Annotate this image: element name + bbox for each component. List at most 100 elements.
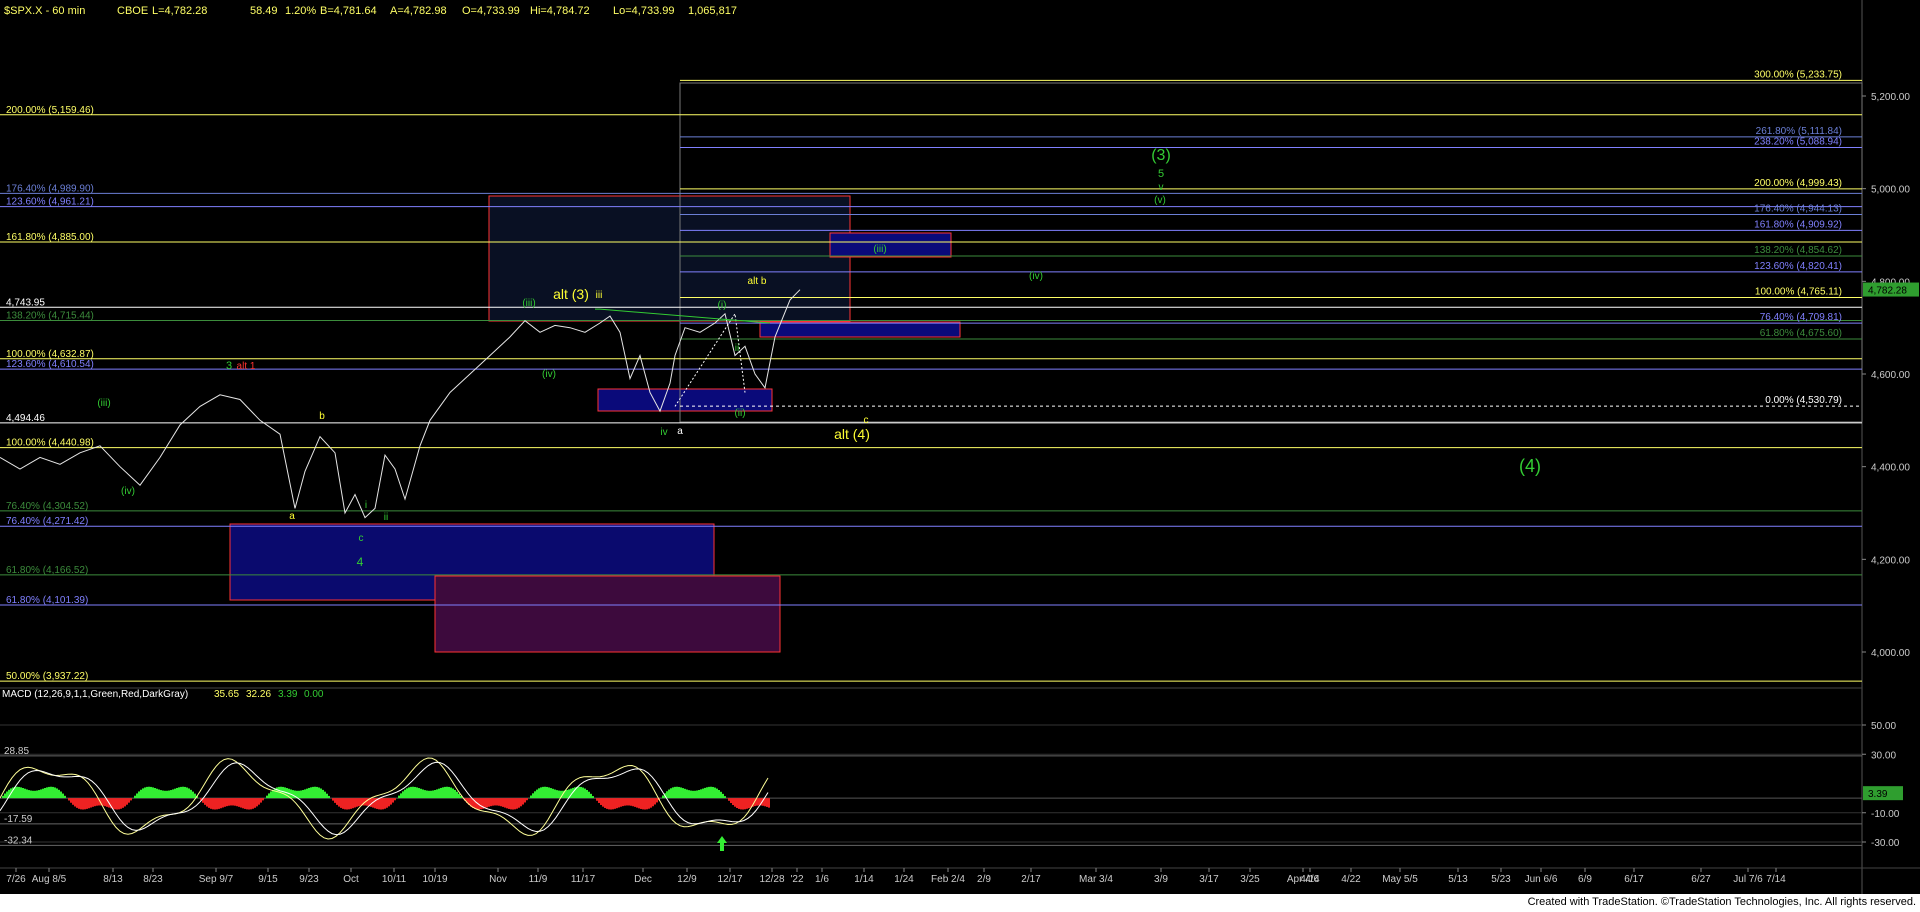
x-tick-label: 4/14 [1300,874,1320,885]
macd-hist-bar [484,798,486,809]
macd-hist-bar [490,798,492,807]
macd-hist-bar [700,789,702,799]
macd-hist-bar [504,798,506,808]
macd-hist-bar [696,790,698,799]
macd-hist-bar [640,798,642,809]
macd-hist-bar [18,786,20,799]
macd-hist-bar [590,793,592,799]
macd-hist-bar [606,798,608,809]
macd-badge-label: 3.39 [1868,789,1888,800]
fib-label-left: 200.00% (5,159.46) [6,105,94,116]
macd-hist-bar [716,788,718,799]
wave-label: (4) [1519,456,1541,476]
macd-hist-bar [420,788,422,799]
macd-hist-bar [332,798,334,801]
macd-hist-bar [452,788,454,799]
macd-hist-bar [214,798,216,810]
macd-hist-bar [24,788,26,799]
header-field: Lo=4,733.99 [613,5,674,17]
macd-hist-bar [104,798,106,807]
macd-hist-bar [208,798,210,808]
wave-label: a [289,511,295,522]
macd-hist-bar [650,798,652,808]
macd-hist-bar [546,786,548,799]
macd-hist-bar [232,798,234,806]
fib-label-right: 176.40% (4,944.13) [1754,204,1842,215]
macd-hist-bar [88,798,90,809]
macd-hist-bar [32,790,34,799]
macd-hist-bar [686,789,688,799]
macd-hist-bar [170,790,172,799]
macd-hist-bar [190,789,192,799]
fib-label-right: 61.80% (4,675.60) [1760,328,1842,339]
macd-hist-bar [156,788,158,799]
macd-hist-bar [516,798,518,809]
macd-hist-bar [558,790,560,799]
macd-hist-bar [344,798,346,810]
macd-hist-bar [654,798,656,805]
macd-hist-bar [684,788,686,799]
macd-hist-bar [354,798,356,808]
wave-label: b [319,411,325,422]
macd-hist-bar [714,787,716,799]
macd-hist-bar [530,795,532,799]
wave-label: (ii) [734,408,745,419]
macd-hist-bar [520,798,522,807]
macd-hist-bar [634,798,636,807]
macd-hist-bar [90,798,92,808]
macd-hist-bar [76,798,78,808]
macd-hist-bar [390,798,392,805]
macd-hist-bar [342,798,344,809]
macd-hist-bar [536,789,538,799]
x-tick-label: 11/9 [529,874,548,885]
macd-hist-bar [600,798,602,805]
header-field: 1,065,817 [688,5,737,17]
macd-hist-bar [26,789,28,799]
macd-hist-bar [352,798,354,809]
macd-hist-bar [248,798,250,810]
macd-hist-bar [124,798,126,807]
macd-hist-bar [514,798,516,810]
macd-hist-bar [246,798,248,810]
macd-hist-bar [192,791,194,799]
macd-hist-bar [438,788,440,799]
x-tick-label: 7/26 [6,874,26,885]
macd-hist-bar [556,790,558,799]
fib-label-right: 200.00% (4,999.43) [1754,178,1842,189]
macd-hist-bar [414,786,416,799]
macd-hist-bar [300,790,302,799]
macd-value-1: 35.65 [214,689,239,700]
macd-hist-bar [586,789,588,799]
macd-hist-bar [622,798,624,807]
macd-hist-bar [628,798,630,806]
macd-hist-bar [526,798,528,801]
macd-hist-bar [82,798,84,810]
wave-label: (iii) [522,298,535,309]
x-tick-label: 3/17 [1199,874,1219,885]
macd-hist-bar [612,798,614,810]
macd-hist-bar [168,790,170,799]
macd-hist-bar [632,798,634,807]
macd-hist-bar [230,798,232,806]
price-chart[interactable]: $SPX.X - 60 min CBOE L=4,782.28 58.49 1.20% B… [0,0,1920,894]
macd-hist-bar [298,790,300,799]
macd-hist-bar [164,790,166,799]
macd-hist-bar [312,786,314,799]
macd-hist-bar [350,798,352,809]
wave-label: (iv) [121,486,135,497]
fib-label-right: 261.80% (5,111.84) [1756,126,1842,137]
price-tick-label: 5,200.00 [1871,92,1910,103]
macd-hist-bar [320,788,322,799]
fib-label-right: 238.20% (5,088.94) [1754,136,1842,147]
macd-hist-bar [688,790,690,799]
macd-hist-bar [604,798,606,808]
macd-hist-bar [78,798,80,809]
macd-left-label: 28.85 [4,746,29,757]
macd-hist-bar [744,798,746,810]
x-tick-label: 3/25 [1240,874,1260,885]
price-tick-label: 4,200.00 [1871,555,1910,566]
wave-label: ii [735,343,739,354]
macd-hist-bar [690,790,692,799]
macd-hist-bar [238,798,240,807]
macd-hist-bar [336,798,338,805]
